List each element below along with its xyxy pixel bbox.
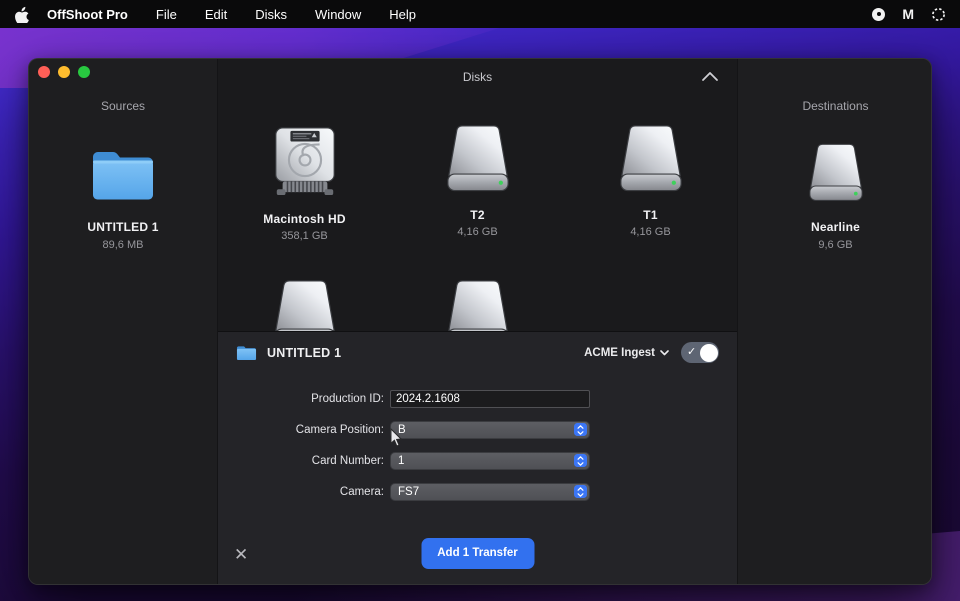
add-transfer-button[interactable]: Add 1 Transfer bbox=[421, 538, 534, 569]
check-icon: ✓ bbox=[687, 345, 696, 358]
preset-dropdown[interactable]: ACME Ingest bbox=[584, 347, 669, 359]
disk-item[interactable] bbox=[391, 280, 564, 331]
stepper-icon bbox=[574, 423, 587, 436]
item-name: T2 bbox=[470, 208, 484, 222]
disks-panel: Disks bbox=[217, 59, 738, 584]
field-row: Card Number: 1 bbox=[218, 452, 737, 470]
stepper-icon bbox=[574, 454, 587, 467]
field-label: Production ID: bbox=[218, 393, 390, 405]
item-name: T1 bbox=[643, 208, 657, 222]
sources-header: Sources bbox=[29, 99, 217, 113]
record-dot-status-icon[interactable] bbox=[872, 8, 885, 21]
item-name: Macintosh HD bbox=[263, 212, 345, 226]
item-name: UNTITLED 1 bbox=[87, 220, 158, 234]
disk-item[interactable]: T2 4,16 GB bbox=[391, 125, 564, 242]
chevron-up-icon[interactable] bbox=[701, 69, 719, 83]
menu-item[interactable]: Help bbox=[389, 7, 416, 22]
folder-icon bbox=[90, 147, 156, 208]
field-row: Camera: FS7 bbox=[218, 483, 737, 501]
m-logo-status-icon[interactable]: M bbox=[902, 6, 914, 22]
external-drive-icon bbox=[441, 125, 515, 198]
disks-grid-viewport: Macintosh HD 358,1 GB T2 bbox=[218, 95, 737, 331]
field-label: Camera: bbox=[218, 486, 390, 498]
source-item[interactable]: UNTITLED 1 89,6 MB bbox=[87, 147, 158, 251]
window-controls bbox=[38, 66, 90, 78]
menu-items: File Edit Disks Window Help bbox=[128, 7, 416, 22]
toggle-knob bbox=[700, 344, 718, 362]
destinations-header: Destinations bbox=[738, 99, 932, 113]
select-dropdown[interactable]: B bbox=[390, 421, 590, 439]
zoom-window-button[interactable] bbox=[78, 66, 90, 78]
item-size: 9,6 GB bbox=[818, 239, 852, 251]
preset-label: ACME Ingest bbox=[584, 347, 655, 359]
field-row: Production ID: bbox=[218, 390, 737, 408]
field-row: Camera Position: B bbox=[218, 421, 737, 439]
preset-toggle[interactable]: ✓ bbox=[681, 342, 719, 363]
close-window-button[interactable] bbox=[38, 66, 50, 78]
external-drive-icon bbox=[268, 280, 342, 331]
destinations-list: Nearline 9,6 GB bbox=[738, 59, 932, 251]
select-value: B bbox=[391, 424, 406, 436]
stepper-icon bbox=[574, 485, 587, 498]
destination-item[interactable]: Nearline 9,6 GB bbox=[804, 143, 868, 251]
menu-bar: OffShoot Pro File Edit Disks Window Help… bbox=[0, 0, 960, 28]
item-size: 4,16 GB bbox=[457, 226, 497, 238]
internal-drive-icon bbox=[268, 125, 342, 202]
select-dropdown[interactable]: FS7 bbox=[390, 483, 590, 501]
menu-item[interactable]: Disks bbox=[255, 7, 287, 22]
item-name: Nearline bbox=[811, 220, 860, 234]
chevron-down-icon bbox=[660, 350, 669, 356]
metadata-fields: Production ID: Camera Position: B bbox=[218, 374, 737, 501]
sources-panel: Sources UNTITLED 1 89,6 MB bbox=[29, 59, 217, 584]
field-label: Card Number: bbox=[218, 455, 390, 467]
select-value: 1 bbox=[391, 455, 404, 467]
menu-item[interactable]: Window bbox=[315, 7, 361, 22]
disk-item[interactable]: T1 4,16 GB bbox=[564, 125, 737, 242]
disks-panel-title: Disks bbox=[463, 70, 492, 84]
app-window: Sources UNTITLED 1 89,6 MB bbox=[28, 58, 932, 585]
minimize-window-button[interactable] bbox=[58, 66, 70, 78]
close-form-icon[interactable]: ✕ bbox=[234, 546, 248, 563]
apple-menu-icon[interactable] bbox=[14, 6, 29, 23]
field-label: Camera Position: bbox=[218, 424, 390, 436]
form-source-name: UNTITLED 1 bbox=[267, 346, 341, 360]
select-value: FS7 bbox=[391, 486, 419, 498]
external-drive-icon bbox=[614, 125, 688, 198]
external-drive-icon bbox=[441, 280, 515, 331]
disk-item[interactable]: Macintosh HD 358,1 GB bbox=[218, 125, 391, 242]
external-drive-icon bbox=[804, 143, 868, 208]
disks-grid: Macintosh HD 358,1 GB T2 bbox=[218, 95, 737, 331]
item-size: 89,6 MB bbox=[103, 239, 144, 251]
destinations-panel: Destinations Nearline 9,6 GB bbox=[738, 59, 932, 584]
item-size: 358,1 GB bbox=[281, 230, 327, 242]
menu-item[interactable]: Edit bbox=[205, 7, 227, 22]
folder-icon bbox=[236, 345, 257, 361]
menu-item[interactable]: File bbox=[156, 7, 177, 22]
disk-item[interactable] bbox=[218, 280, 391, 331]
sources-list: UNTITLED 1 89,6 MB bbox=[29, 59, 217, 251]
transfer-form-panel: UNTITLED 1 ACME Ingest ✓ Production bbox=[218, 331, 737, 584]
dashed-circle-status-icon[interactable] bbox=[931, 7, 946, 22]
text-input[interactable] bbox=[390, 390, 590, 408]
app-menu-title[interactable]: OffShoot Pro bbox=[47, 7, 128, 22]
item-size: 4,16 GB bbox=[630, 226, 670, 238]
select-dropdown[interactable]: 1 bbox=[390, 452, 590, 470]
